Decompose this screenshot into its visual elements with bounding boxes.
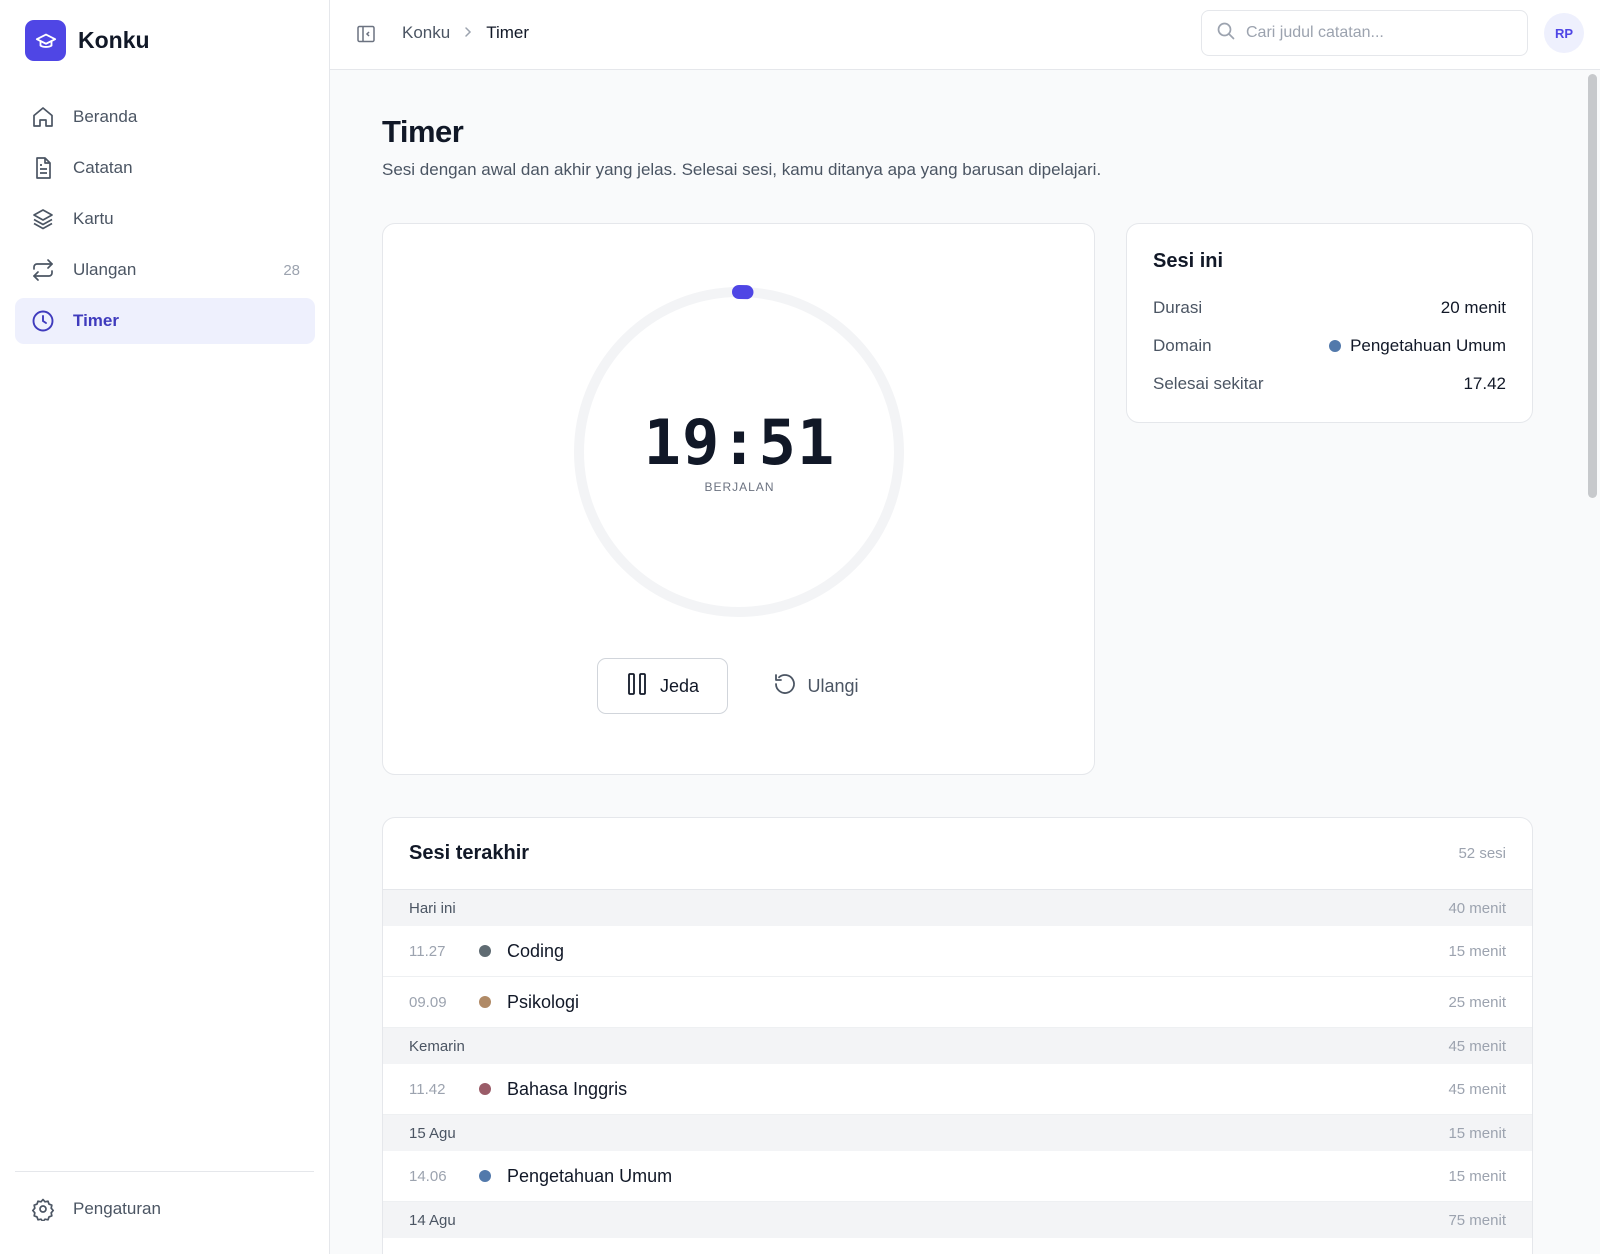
brand[interactable]: Konku — [25, 20, 150, 61]
sidebar-item-ulangan[interactable]: Ulangan 28 — [15, 247, 315, 293]
session-group-header: Hari ini 40 menit — [383, 890, 1532, 926]
session-finish-value: 17.42 — [1463, 374, 1506, 393]
session-domain-name: Coding — [507, 940, 565, 961]
sidebar-item-label: Kartu — [73, 209, 114, 228]
session-group-header: 14 Agu 75 menit — [383, 1202, 1532, 1238]
session-domain-label: Domain — [1153, 336, 1212, 355]
top-header: Konku Timer RP — [330, 0, 1600, 70]
pause-icon — [626, 672, 648, 701]
group-label: Hari ini — [409, 899, 456, 917]
group-label: 14 Agu — [409, 1211, 456, 1229]
timer-display: 19:51 — [643, 406, 836, 479]
page-title: Timer — [382, 114, 464, 149]
main-scrollbar[interactable] — [1584, 70, 1600, 1254]
gear-icon — [30, 1196, 56, 1222]
group-label: Kemarin — [409, 1037, 465, 1055]
group-total: 40 menit — [1448, 899, 1506, 917]
recent-sessions-count: 52 sesi — [1458, 845, 1506, 862]
sidebar-item-count: 28 — [283, 261, 300, 279]
domain-color-dot — [479, 1083, 491, 1095]
sidebar: Konku Beranda Catatan Kartu Ulangan 28 T… — [0, 0, 330, 1254]
session-domain-name: Psikologi — [507, 991, 580, 1012]
group-label: 15 Agu — [409, 1124, 456, 1142]
session-title: Sesi ini — [1153, 250, 1224, 272]
sidebar-item-label: Timer — [73, 311, 119, 330]
session-time: 14.06 — [409, 1167, 447, 1185]
breadcrumb-root[interactable]: Konku — [402, 23, 450, 43]
session-time: 09.09 — [409, 993, 447, 1011]
session-card: Sesi ini Durasi 20 menit Domain Pengetah… — [1126, 223, 1533, 423]
sidebar-item-label: Catatan — [73, 158, 133, 177]
sidebar-item-pengaturan[interactable]: Pengaturan — [15, 1186, 315, 1232]
session-row[interactable]: 09.09 Psikologi 25 menit — [383, 977, 1532, 1028]
session-domain-name: Bahasa Inggris — [507, 1078, 628, 1099]
layers-icon — [30, 206, 56, 232]
session-duration: 45 menit — [1448, 1080, 1506, 1098]
page-subtitle: Sesi dengan awal dan akhir yang jelas. S… — [382, 160, 1102, 179]
session-domain-row: Domain Pengetahuan Umum — [1153, 327, 1506, 365]
timer-status: BERJALAN — [704, 480, 775, 494]
session-duration-value: 20 menit — [1440, 298, 1506, 317]
session-finish-label: Selesai sekitar — [1153, 374, 1264, 393]
reset-label: Ulangi — [807, 675, 859, 696]
sidebar-toggle-icon[interactable] — [354, 22, 378, 46]
brand-name: Konku — [78, 27, 150, 53]
pause-label: Jeda — [659, 675, 700, 696]
sidebar-item-timer[interactable]: Timer — [15, 298, 315, 344]
session-domain-name: Pengetahuan Umum — [507, 1165, 673, 1186]
session-duration-label: Durasi — [1153, 298, 1203, 317]
search-icon — [1216, 21, 1236, 46]
sidebar-nav: Beranda Catatan Kartu Ulangan 28 Timer — [15, 94, 315, 349]
group-total: 15 menit — [1448, 1124, 1506, 1142]
recent-sessions-title: Sesi terakhir — [409, 842, 530, 864]
breadcrumb: Konku Timer — [402, 23, 529, 43]
domain-color-dot — [479, 945, 491, 957]
sidebar-item-label: Ulangan — [73, 260, 137, 279]
pause-button[interactable]: Jeda — [597, 658, 728, 714]
session-time: 11.42 — [409, 1080, 446, 1098]
session-row[interactable]: 11.42 Bahasa Inggris 45 menit — [383, 1064, 1532, 1115]
timer-card: 19:51 BERJALAN Jeda Ulangi — [382, 223, 1095, 775]
session-time: 11.27 — [409, 942, 446, 960]
sidebar-item-catatan[interactable]: Catatan — [15, 145, 315, 191]
session-row[interactable]: 14.06 Pengetahuan Umum 15 menit — [383, 1151, 1532, 1202]
repeat-icon — [30, 257, 56, 283]
chevron-right-icon — [462, 23, 474, 43]
search-box[interactable] — [1201, 10, 1528, 56]
recent-sessions-card: Sesi terakhir 52 sesi Hari ini 40 menit … — [382, 817, 1533, 1254]
avatar[interactable]: RP — [1544, 13, 1584, 53]
session-domain: Pengetahuan Umum — [1329, 336, 1506, 356]
session-duration: 15 menit — [1448, 942, 1506, 960]
sidebar-item-kartu[interactable]: Kartu — [15, 196, 315, 242]
session-domain-value: Pengetahuan Umum — [1350, 336, 1506, 355]
session-group-header: 15 Agu 15 menit — [383, 1115, 1532, 1151]
session-group-header: Kemarin 45 menit — [383, 1028, 1532, 1064]
group-total: 45 menit — [1448, 1037, 1506, 1055]
settings-label: Pengaturan — [73, 1199, 161, 1218]
sidebar-item-beranda[interactable]: Beranda — [15, 94, 315, 140]
session-duration: 15 menit — [1448, 1167, 1506, 1185]
session-finish-row: Selesai sekitar 17.42 — [1153, 365, 1506, 403]
domain-color-dot — [479, 996, 491, 1008]
reset-button[interactable]: Ulangi — [761, 658, 871, 714]
session-duration: 25 menit — [1448, 993, 1506, 1011]
sidebar-divider — [15, 1171, 314, 1172]
graduation-cap-icon — [25, 20, 66, 61]
sidebar-item-label: Beranda — [73, 107, 138, 126]
scrollbar-thumb[interactable] — [1588, 74, 1597, 498]
domain-color-dot — [1329, 340, 1342, 352]
breadcrumb-current: Timer — [486, 23, 530, 42]
group-total: 75 menit — [1448, 1211, 1506, 1229]
domain-color-dot — [479, 1170, 491, 1182]
main-content: Timer Sesi dengan awal dan akhir yang je… — [330, 70, 1584, 1254]
recent-sessions-header: Sesi terakhir 52 sesi — [383, 818, 1532, 890]
clock-icon — [30, 308, 56, 334]
session-row[interactable]: 11.27 Coding 15 menit — [383, 926, 1532, 977]
session-duration-row: Durasi 20 menit — [1153, 289, 1506, 327]
rotate-ccw-icon — [773, 672, 797, 701]
home-icon — [30, 104, 56, 130]
search-input[interactable] — [1246, 24, 1506, 42]
document-icon — [30, 155, 56, 181]
